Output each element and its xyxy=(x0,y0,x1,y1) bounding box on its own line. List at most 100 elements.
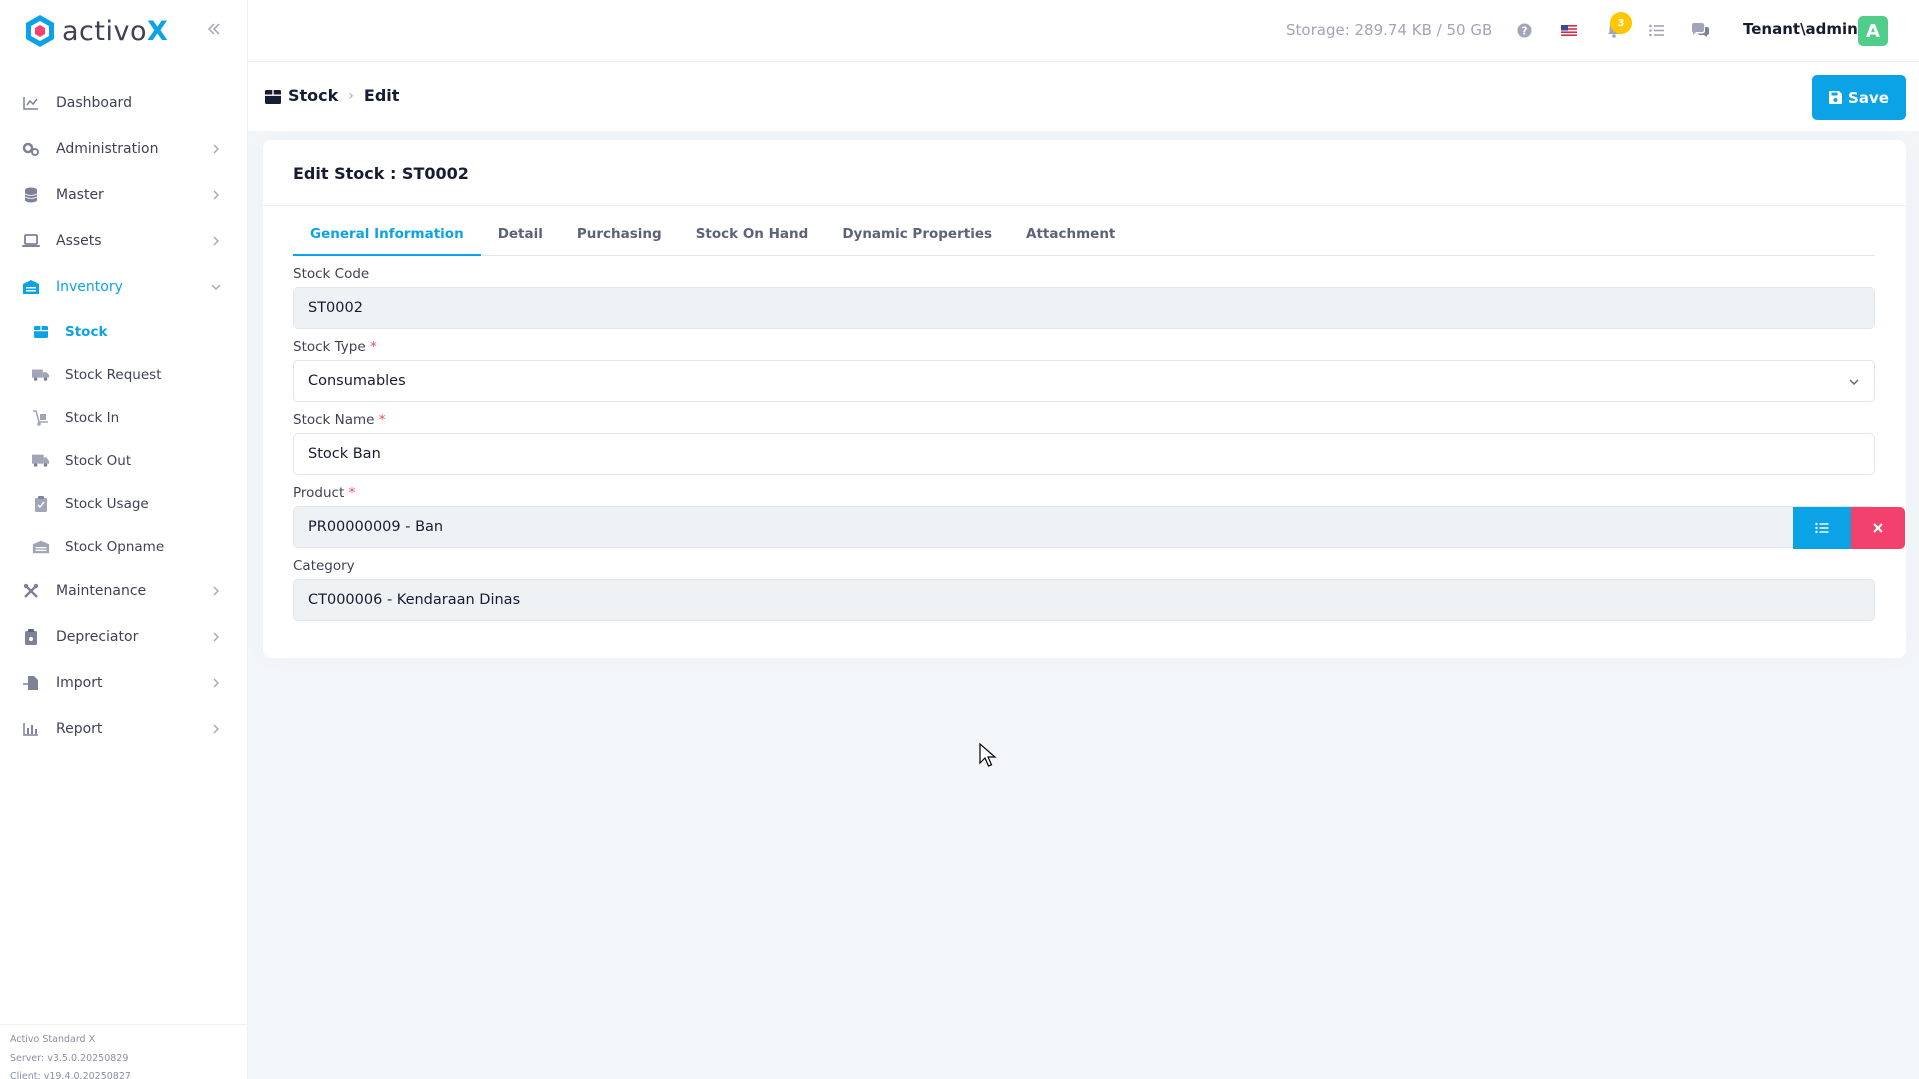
tab-detail[interactable]: Detail xyxy=(481,222,560,256)
client-version: Client: v19.4.0.20250827 xyxy=(10,1071,131,1079)
product-name: Activo Standard X xyxy=(10,1034,96,1045)
breadcrumb-current: Edit xyxy=(363,86,400,105)
logo-text: activoX xyxy=(62,15,169,47)
required-mark: * xyxy=(369,339,377,355)
user-name[interactable]: Tenant\admin xyxy=(1743,20,1858,38)
product-lookup-button[interactable] xyxy=(1793,507,1851,549)
chevron-right-icon xyxy=(213,236,219,246)
stock-code-value: ST0002 xyxy=(308,300,363,316)
chevron-right-icon xyxy=(213,632,219,642)
sidebar-item-dashboard[interactable]: Dashboard xyxy=(0,80,247,126)
stock-name-value: Stock Ban xyxy=(308,446,381,462)
version-info: Activo Standard X Server: v3.5.0.2025082… xyxy=(0,1024,248,1079)
box-icon xyxy=(265,89,281,104)
stock-type-label: Stock Type * xyxy=(293,339,377,355)
product-value: PR00000009 - Ban xyxy=(308,519,444,535)
chat-icon[interactable] xyxy=(1690,20,1710,40)
task-list-icon[interactable] xyxy=(1646,20,1666,40)
product-field: PR00000009 - Ban xyxy=(293,506,1905,549)
stock-code-field: ST0002 xyxy=(293,287,1875,329)
stock-name-input[interactable]: Stock Ban xyxy=(293,433,1875,475)
chevron-down-icon xyxy=(211,284,221,290)
page-title: Edit Stock : ST0002 xyxy=(293,164,469,183)
breadcrumb-separator-icon: › xyxy=(348,87,354,104)
activo-logo-icon xyxy=(26,15,54,47)
sidebar-subitem-stock-usage[interactable]: Stock Usage xyxy=(0,482,247,525)
sidebar-item-maintenance[interactable]: Maintenance xyxy=(0,568,247,614)
chevron-right-icon xyxy=(213,190,219,200)
collapse-sidebar-button[interactable] xyxy=(204,19,224,39)
stock-code-label: Stock Code xyxy=(293,266,370,282)
sidebar-item-master[interactable]: Master xyxy=(0,172,247,218)
sidebar-item-inventory[interactable]: Inventory xyxy=(0,264,247,310)
clipboard-icon xyxy=(22,628,40,646)
stock-name-label: Stock Name * xyxy=(293,412,386,428)
tab-purchasing[interactable]: Purchasing xyxy=(560,222,679,256)
top-header: Storage: 289.74 KB / 50 GB ? 3 Tenant\ad… xyxy=(248,0,1919,62)
card-header: Edit Stock : ST0002 xyxy=(263,140,1906,206)
list-icon xyxy=(1815,522,1829,534)
mouse-cursor-icon xyxy=(979,743,997,767)
chevron-right-icon xyxy=(213,144,219,154)
category-value: CT000006 - Kendaraan Dinas xyxy=(308,592,521,608)
tab-stock-on-hand[interactable]: Stock On Hand xyxy=(679,222,826,256)
double-chevron-left-icon xyxy=(207,23,220,35)
file-import-icon xyxy=(22,674,40,692)
save-button-label: Save xyxy=(1848,88,1889,107)
sidebar-subitem-stock-opname[interactable]: Stock Opname xyxy=(0,525,247,568)
required-mark: * xyxy=(348,485,356,501)
database-icon xyxy=(22,186,40,204)
sidebar-subitem-stock[interactable]: Stock xyxy=(0,310,247,353)
truck-moving-icon xyxy=(32,452,50,470)
avatar[interactable]: A xyxy=(1858,16,1888,46)
sidebar-subitem-stock-in[interactable]: Stock In xyxy=(0,396,247,439)
chevron-right-icon xyxy=(213,724,219,734)
sidebar-item-report[interactable]: Report xyxy=(0,706,247,752)
floppy-disk-icon xyxy=(1829,91,1843,104)
sidebar-subitem-stock-request[interactable]: Stock Request xyxy=(0,353,247,396)
sidebar-subitem-stock-out[interactable]: Stock Out xyxy=(0,439,247,482)
warehouse-icon xyxy=(22,278,40,296)
server-version: Server: v3.5.0.20250829 xyxy=(10,1052,129,1064)
breadcrumb-stock-link[interactable]: Stock xyxy=(288,86,338,105)
sidebar-item-import[interactable]: Import xyxy=(0,660,247,706)
required-mark: * xyxy=(378,412,386,428)
category-field: CT000006 - Kendaraan Dinas xyxy=(293,579,1875,621)
sidebar-item-depreciator[interactable]: Depreciator xyxy=(0,614,247,660)
us-flag-icon[interactable] xyxy=(1559,20,1579,40)
svg-text:?: ? xyxy=(1521,25,1527,37)
stock-type-select[interactable]: Consumables xyxy=(293,360,1875,402)
tab-attachment[interactable]: Attachment xyxy=(1009,222,1132,256)
chevron-right-icon xyxy=(213,678,219,688)
logo[interactable]: activoX xyxy=(0,0,247,62)
sidebar-menu: Dashboard Administration Master Assets I… xyxy=(0,80,247,752)
edit-stock-card: Edit Stock : ST0002 General Information … xyxy=(263,140,1906,658)
truck-icon xyxy=(32,366,50,384)
page-toolbar: Stock › Edit Save xyxy=(248,62,1919,131)
tab-general-information[interactable]: General Information xyxy=(293,222,481,256)
laptop-icon xyxy=(22,232,40,250)
help-icon[interactable]: ? xyxy=(1514,20,1534,40)
tools-icon xyxy=(22,582,40,600)
gears-icon xyxy=(22,140,40,158)
category-label: Category xyxy=(293,558,355,574)
bar-chart-icon xyxy=(22,720,40,738)
form-tabs: General Information Detail Purchasing St… xyxy=(293,222,1875,256)
sidebar-item-administration[interactable]: Administration xyxy=(0,126,247,172)
notification-badge: 3 xyxy=(1610,12,1632,34)
product-label: Product * xyxy=(293,485,356,501)
chart-line-icon xyxy=(22,94,40,112)
storage-usage: Storage: 289.74 KB / 50 GB xyxy=(1286,21,1493,39)
breadcrumb: Stock › Edit xyxy=(264,86,399,105)
tab-dynamic-properties[interactable]: Dynamic Properties xyxy=(825,222,1009,256)
chevron-right-icon xyxy=(213,586,219,596)
box-icon xyxy=(32,323,50,341)
dolly-icon xyxy=(32,409,50,427)
chevron-down-icon xyxy=(1849,379,1859,385)
save-button[interactable]: Save xyxy=(1812,75,1906,120)
product-clear-button[interactable] xyxy=(1851,507,1905,549)
warehouse-icon xyxy=(32,538,50,556)
stock-type-value: Consumables xyxy=(308,373,406,389)
sidebar-item-assets[interactable]: Assets xyxy=(0,218,247,264)
close-icon xyxy=(1873,523,1883,533)
